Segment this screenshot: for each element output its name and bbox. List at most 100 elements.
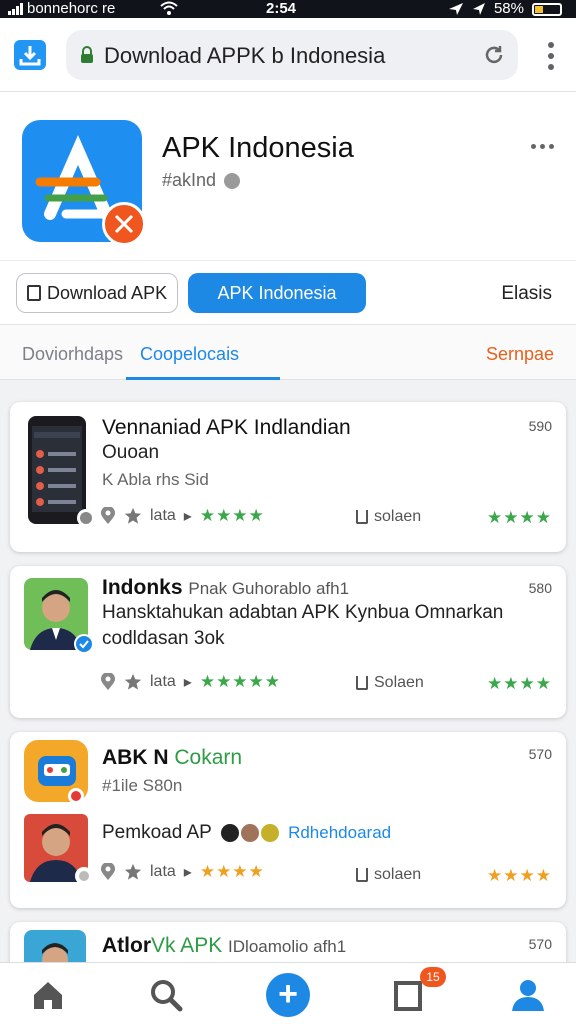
phone-thumbnail xyxy=(28,416,95,526)
download-apk-chip[interactable]: Download APK xyxy=(16,273,178,313)
location-pin-icon xyxy=(101,863,115,880)
download-apk-label: Download APK xyxy=(47,282,168,303)
wifi-icon xyxy=(160,1,178,15)
chevron-right-icon: ▸ xyxy=(183,674,192,691)
card-title-suffix: Pnak Guhorablo afh1 xyxy=(188,579,350,598)
rating-stars-right: ★★★★ xyxy=(487,508,552,527)
signal-icon xyxy=(8,3,23,15)
card-title: Vennaniad APK Indlandian xyxy=(102,416,351,439)
share-label: solaen xyxy=(374,508,422,525)
card-subtitle: #1ile S80n xyxy=(102,776,183,795)
share-button[interactable]: Solaen xyxy=(356,674,424,692)
app-subtitle: #akInd xyxy=(162,170,241,191)
tab-downloads[interactable]: Doviorhdaps xyxy=(22,344,123,365)
card-description: Pemkoad AP Rdhehdoarad xyxy=(102,822,391,844)
close-badge[interactable] xyxy=(102,202,146,246)
card-title-main: Indonks xyxy=(102,576,183,599)
card-title-main: ABK N xyxy=(102,746,169,769)
meta-label: lata xyxy=(150,507,176,524)
card-title-main: Atlor xyxy=(102,934,151,957)
search-icon[interactable] xyxy=(146,975,186,1015)
address-bar[interactable]: Download APPK b Indonesia xyxy=(66,30,518,80)
location-icon xyxy=(448,3,463,15)
action-chips: Download APK APK Indonesia Elasis xyxy=(0,260,576,324)
rating-stars-right: ★★★★ xyxy=(487,674,552,693)
list-item[interactable]: Indonks Pnak Guhorablo afh1 Hansktahukan… xyxy=(10,566,566,718)
browser-menu-button[interactable] xyxy=(548,42,554,70)
meta-label: lata xyxy=(150,673,176,690)
carrier: bonnehorc re xyxy=(8,0,115,18)
share-button[interactable]: solaen xyxy=(356,508,421,526)
avatar xyxy=(24,814,93,885)
card-title: AtlorVk APK IDloamolio afh1 xyxy=(102,934,346,958)
app-title: APK Indonesia xyxy=(162,132,354,164)
download-manager-button[interactable] xyxy=(14,40,46,70)
card-title-suffix: Vk APK xyxy=(151,934,223,957)
card-description-text: Pemkoad AP xyxy=(102,822,212,843)
app-handle: #akInd xyxy=(162,170,217,190)
star-icon[interactable] xyxy=(124,507,142,525)
app-thumbnail xyxy=(24,740,88,804)
card-count: 570 xyxy=(528,936,552,952)
rating-stars: ★★★★★ xyxy=(199,672,282,691)
star-icon[interactable] xyxy=(124,863,142,881)
app-header: APK Indonesia #akInd xyxy=(0,92,576,260)
rating-stars-right: ★★★★ xyxy=(487,866,552,885)
meta-label: lata xyxy=(150,863,176,880)
add-button[interactable]: + xyxy=(266,973,310,1017)
card-title-rest: IDloamolio afh1 xyxy=(228,937,347,956)
chevron-right-icon: ▸ xyxy=(183,864,192,881)
download-icon xyxy=(19,46,41,66)
reload-icon[interactable] xyxy=(482,43,506,67)
card-subtext: codldasan 3ok xyxy=(102,628,225,649)
battery-percent: 58% xyxy=(493,0,524,17)
more-options-button[interactable] xyxy=(531,144,554,149)
share-label: solaen xyxy=(374,866,422,883)
location-pin-icon xyxy=(101,673,115,690)
card-meta-row: lata ▸ ★★★★★ xyxy=(100,670,281,694)
avatar xyxy=(24,578,94,654)
apk-indonesia-chip[interactable]: APK Indonesia xyxy=(188,273,366,313)
card-title: Indonks Pnak Guhorablo afh1 xyxy=(102,576,349,600)
lock-icon xyxy=(81,46,93,63)
share-icon xyxy=(356,510,368,524)
url-text[interactable]: Download APPK b Indonesia xyxy=(104,43,385,69)
notification-badge: 15 xyxy=(420,967,446,987)
card-meta-row: lata ▸ ★★★★ xyxy=(100,860,265,884)
card-description: Hansktahukan adabtan APK Kynbua Omnarkan xyxy=(102,602,504,623)
card-count: 590 xyxy=(528,418,552,434)
clock: 2:54 xyxy=(266,0,297,17)
card-link[interactable]: Rdhehdoarad xyxy=(288,823,391,842)
close-icon xyxy=(114,214,134,234)
list-item[interactable]: ABK N Cokarn #1ile S80n 570 Pemkoad AP R… xyxy=(10,732,566,908)
navigation-icon xyxy=(472,3,485,15)
tab-services[interactable]: Sernpae xyxy=(486,344,554,365)
list-item[interactable]: Vennaniad APK Indlandian Ouoan K Abla rh… xyxy=(10,402,566,552)
card-count: 570 xyxy=(528,746,552,762)
location-pin-icon xyxy=(101,507,115,524)
card-subtitle: Ouoan xyxy=(102,442,160,463)
profile-icon[interactable] xyxy=(508,975,548,1015)
carrier-label: bonnehorc re xyxy=(27,0,116,17)
card-meta-text: K Abla rhs Sid xyxy=(102,470,209,489)
card-title: ABK N Cokarn xyxy=(102,746,242,770)
browser-toolbar: Download APPK b Indonesia xyxy=(0,18,576,92)
home-icon[interactable] xyxy=(28,975,68,1015)
card-meta-row: lata ▸ ★★★★ xyxy=(100,504,265,528)
share-label: Solaen xyxy=(374,674,424,691)
download-file-icon xyxy=(27,285,41,301)
card-title-suffix: Cokarn xyxy=(174,746,243,769)
rating-stars: ★★★★ xyxy=(199,506,265,525)
status-bar: bonnehorc re 2:54 58% xyxy=(0,0,576,18)
globe-icon xyxy=(224,172,241,189)
avatar-group xyxy=(220,823,279,842)
share-icon xyxy=(356,676,368,690)
share-button[interactable]: solaen xyxy=(356,866,421,884)
bottom-navigation: + 15 xyxy=(0,962,576,1024)
active-tab-indicator xyxy=(126,377,280,380)
elasis-link[interactable]: Elasis xyxy=(501,283,552,305)
star-icon[interactable] xyxy=(124,673,142,691)
plus-icon: + xyxy=(278,975,298,1013)
tab-collections[interactable]: Coopelocais xyxy=(140,344,239,365)
card-count: 580 xyxy=(528,580,552,596)
